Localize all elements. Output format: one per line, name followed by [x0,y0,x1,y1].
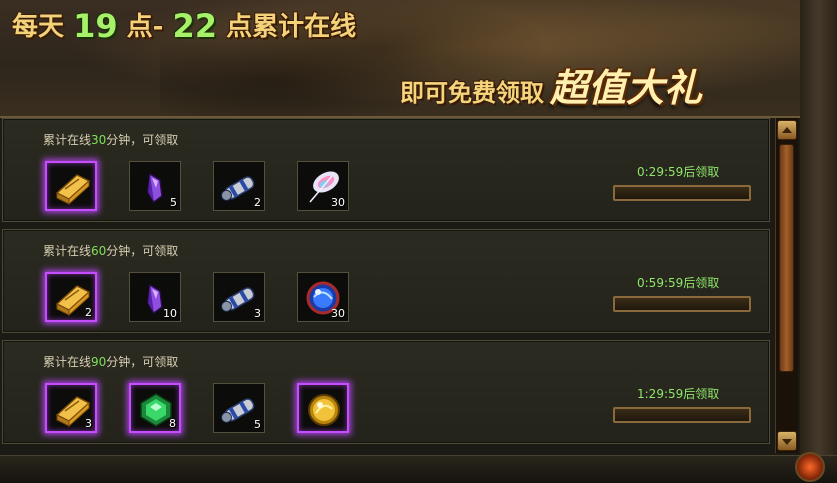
item-count: 3 [254,307,261,320]
reward-row: 累计在线60分钟，可领取 2 10 3 30 0:59:59后领取 [2,229,770,333]
row-label-suffix: 分钟，可领取 [106,355,179,369]
row-timer: 1:29:59后领取 [637,387,720,401]
frame-right-edge [800,0,837,482]
banner: 每天 19 点- 22 点累计在线 即可免费领取 超值大礼 [0,0,837,118]
item-slot-gold-bar[interactable]: 2 [45,272,97,322]
row-label-prefix: 累计在线 [43,244,92,258]
reward-row: 累计在线30分钟，可领取 5 2 30 0:29:59后领取 [2,118,770,222]
item-slot-crystal[interactable]: 10 [129,272,181,322]
item-count: 5 [254,418,261,431]
title-start-hour: 19 [73,7,118,45]
item-slot-green-gem[interactable]: 8 [129,383,181,433]
reward-row: 累计在线90分钟，可领取 3 8 5 1:29:59后领取 [2,340,770,444]
row-minutes: 90 [91,355,107,369]
banner-title: 每天 19 点- 22 点累计在线 [12,6,356,45]
subtitle-highlight: 超值大礼 [550,65,703,110]
row-label-suffix: 分钟，可领取 [106,133,179,147]
row-label-suffix: 分钟，可领取 [106,244,179,258]
title-suffix: 点累计在线 [226,12,357,42]
row-minutes: 60 [91,244,107,258]
scroll-down-button[interactable] [777,431,797,451]
item-slot-scroll[interactable]: 2 [213,161,265,211]
reward-list: 累计在线30分钟，可领取 5 2 30 0:29:59后领取 累计在线60分钟，… [0,118,772,453]
title-mid: 点- [126,12,164,42]
item-count: 10 [163,307,177,320]
banner-subtitle: 即可免费领取 超值大礼 [400,57,702,112]
claim-progress-bar[interactable] [613,185,751,201]
item-count: 30 [331,196,345,209]
frame-bottom-edge [0,455,837,483]
item-count: 5 [170,196,177,209]
item-slot-scroll[interactable]: 3 [213,272,265,322]
title-end-hour: 22 [172,7,218,45]
row-label: 累计在线60分钟，可领取 [43,242,178,259]
row-timer: 0:29:59后领取 [637,165,720,179]
scroll-thumb[interactable] [779,144,794,372]
item-slot-feather[interactable]: 30 [297,161,349,211]
scroll-up-button[interactable] [777,120,797,140]
item-count: 2 [85,306,92,319]
row-label-prefix: 累计在线 [43,355,92,369]
item-slot-orb[interactable]: 30 [297,272,349,322]
arrow-up-icon [782,127,792,133]
row-minutes: 30 [91,133,107,147]
title-prefix: 每天 [12,12,65,42]
item-slot-gold-bar[interactable] [45,161,97,211]
list-scrollbar[interactable] [775,118,798,453]
item-slot-crystal[interactable]: 5 [129,161,181,211]
gold-orb-icon [308,394,340,426]
item-slot-scroll[interactable]: 5 [213,383,265,433]
subtitle-text: 即可免费领取 [400,78,544,107]
item-count: 30 [331,307,345,320]
claim-progress-bar[interactable] [613,296,751,312]
row-label-prefix: 累计在线 [43,133,92,147]
item-slot-gold-orb[interactable] [297,383,349,433]
row-label: 累计在线30分钟，可领取 [43,131,178,148]
item-count: 3 [85,417,92,430]
arrow-down-icon [782,439,792,445]
corner-ornament-icon [795,452,825,482]
gold-bar-icon [55,174,91,206]
row-timer: 0:59:59后领取 [637,276,720,290]
item-count: 8 [169,417,176,430]
row-label: 累计在线90分钟，可领取 [43,353,178,370]
claim-progress-bar[interactable] [613,407,751,423]
item-count: 2 [254,196,261,209]
item-slot-gold-bar[interactable]: 3 [45,383,97,433]
